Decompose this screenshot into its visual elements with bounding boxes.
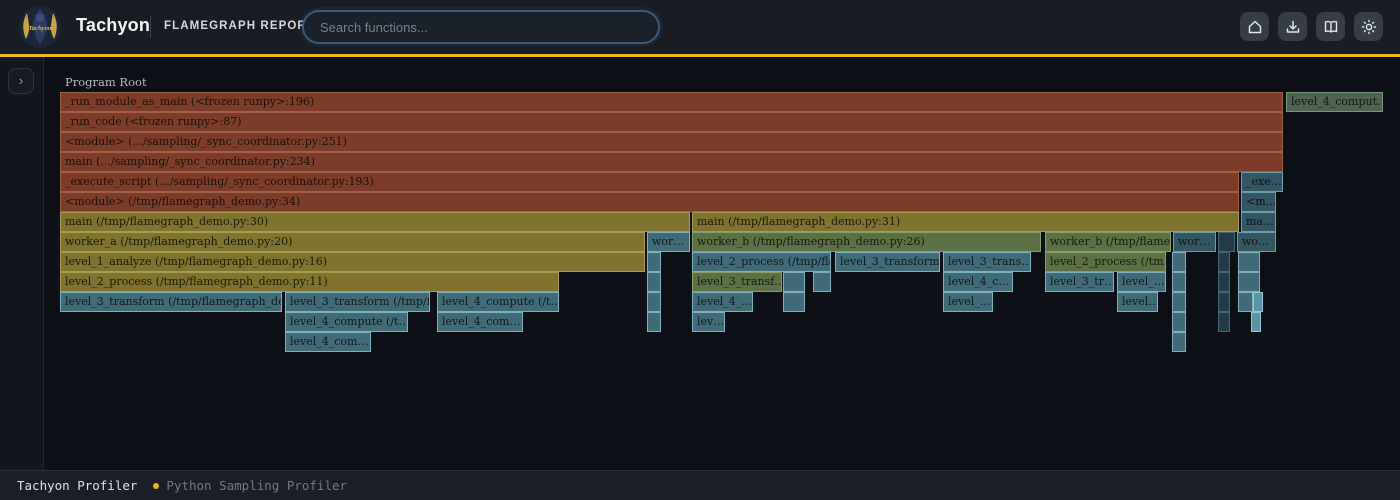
flame-bar[interactable]: level_4_c… bbox=[943, 272, 1013, 292]
flame-bar-narrow[interactable] bbox=[783, 292, 805, 312]
flame-bar-narrow[interactable] bbox=[1253, 292, 1263, 312]
flame-bar-narrow[interactable] bbox=[1172, 292, 1186, 312]
flame-bar[interactable]: main (/tmp/flamegraph_demo.py:31) bbox=[692, 212, 1239, 232]
flame-bar[interactable]: worker_b (/tmp/flamegraph_demo.py:26) bbox=[692, 232, 1041, 252]
status-bar: Tachyon Profiler Python Sampling Profile… bbox=[0, 470, 1400, 500]
flame-bar[interactable]: wo… bbox=[1237, 232, 1276, 252]
status-profiler-type: Python Sampling Profiler bbox=[166, 478, 347, 493]
flame-bar[interactable]: level_4_compute (/t… bbox=[285, 312, 408, 332]
content-area: Program Root _run_module_as_main (<froze… bbox=[0, 57, 1400, 470]
flame-bar[interactable]: lev… bbox=[692, 312, 725, 332]
home-button[interactable] bbox=[1240, 12, 1269, 41]
download-icon bbox=[1285, 19, 1301, 35]
app-window: Tachyon Tachyon FLAMEGRAPH REPORT bbox=[0, 0, 1400, 500]
app-title: Tachyon bbox=[76, 15, 150, 36]
docs-button[interactable] bbox=[1316, 12, 1345, 41]
flame-bar[interactable]: level_3_tr… bbox=[1045, 272, 1114, 292]
flame-bar-narrow[interactable] bbox=[1251, 312, 1261, 332]
sidebar-toggle-button[interactable]: › bbox=[8, 68, 34, 94]
download-button[interactable] bbox=[1278, 12, 1307, 41]
flame-bar-narrow[interactable] bbox=[1218, 272, 1230, 292]
flame-bar[interactable]: level_3_transform (/tmp/flamegraph_dem… bbox=[60, 292, 282, 312]
flame-bar-narrow[interactable] bbox=[1172, 272, 1186, 292]
flame-bar[interactable]: level_3_transform… bbox=[835, 252, 940, 272]
app-header: Tachyon Tachyon FLAMEGRAPH REPORT bbox=[0, 0, 1400, 54]
flame-bar[interactable]: level_3_transf… bbox=[692, 272, 782, 292]
flame-bar[interactable]: _exe… bbox=[1241, 172, 1283, 192]
flame-bar[interactable]: main (/tmp/flamegraph_demo.py:30) bbox=[60, 212, 690, 232]
flame-bar[interactable]: worker_b (/tmp/flame… bbox=[1045, 232, 1171, 252]
flame-bar-narrow[interactable] bbox=[1218, 292, 1230, 312]
flame-bar[interactable]: level_4_com… bbox=[285, 332, 371, 352]
flame-bar[interactable]: _run_code (<frozen runpy>:87) bbox=[60, 112, 1283, 132]
flame-bar[interactable]: _run_module_as_main (<frozen runpy>:196) bbox=[60, 92, 1283, 112]
flame-bar-narrow[interactable] bbox=[1218, 252, 1230, 272]
flame-bar-narrow[interactable] bbox=[1218, 312, 1230, 332]
sun-icon bbox=[1361, 19, 1377, 35]
flame-bar-narrow[interactable] bbox=[647, 292, 661, 312]
flame-bar-narrow[interactable] bbox=[783, 272, 805, 292]
flame-bar[interactable]: level_4_compute (/t… bbox=[437, 292, 559, 312]
flamegraph: Program Root _run_module_as_main (<froze… bbox=[0, 57, 1400, 470]
flame-bar[interactable]: level_3_transform (/tmp/fl… bbox=[285, 292, 430, 312]
flame-bar[interactable]: level_3_trans… bbox=[943, 252, 1031, 272]
report-type-label: FLAMEGRAPH REPORT bbox=[164, 20, 315, 32]
flame-bar[interactable]: <m… bbox=[1241, 192, 1276, 212]
home-icon bbox=[1247, 19, 1263, 35]
flame-bar[interactable]: level_… bbox=[943, 292, 993, 312]
sidebar: › bbox=[0, 57, 44, 470]
program-root-frame[interactable]: Program Root bbox=[60, 72, 152, 92]
flame-bar[interactable]: level_4_… bbox=[692, 292, 753, 312]
flame-bar[interactable]: level_… bbox=[1117, 272, 1166, 292]
header-divider bbox=[150, 16, 151, 38]
flame-bar-narrow[interactable] bbox=[647, 312, 661, 332]
flame-bar[interactable]: level… bbox=[1117, 292, 1158, 312]
flame-bar[interactable]: level_4_com… bbox=[437, 312, 523, 332]
flame-bar-narrow[interactable] bbox=[647, 252, 661, 272]
flame-bar-narrow[interactable] bbox=[1218, 232, 1235, 252]
status-dot-icon bbox=[153, 483, 159, 489]
flame-bar-narrow[interactable] bbox=[1238, 292, 1253, 312]
flame-bar[interactable]: level_1_analyze (/tmp/flamegraph_demo.py… bbox=[60, 252, 645, 272]
flame-bar[interactable]: level_2_process (/tmp/flamegraph_demo.py… bbox=[60, 272, 559, 292]
flame-bar-narrow[interactable] bbox=[1238, 252, 1260, 272]
flame-bar-narrow[interactable] bbox=[647, 272, 661, 292]
status-app-name: Tachyon Profiler bbox=[17, 478, 137, 493]
app-logo: Tachyon bbox=[18, 5, 62, 49]
flame-bar[interactable]: ma… bbox=[1241, 212, 1276, 232]
book-icon bbox=[1323, 19, 1339, 35]
flame-bar-narrow[interactable] bbox=[1238, 272, 1260, 292]
svg-text:Tachyon: Tachyon bbox=[29, 25, 52, 32]
theme-button[interactable] bbox=[1354, 12, 1383, 41]
flame-bar[interactable]: main (.../sampling/_sync_coordinator.py:… bbox=[60, 152, 1283, 172]
search-input[interactable] bbox=[302, 10, 660, 44]
flame-bar-narrow[interactable] bbox=[813, 272, 831, 292]
flame-bar[interactable]: level_2_process (/tm… bbox=[1045, 252, 1166, 272]
flame-bar[interactable]: _execute_script (.../sampling/_sync_coor… bbox=[60, 172, 1239, 192]
flame-bar-narrow[interactable] bbox=[1172, 332, 1186, 352]
flame-bar[interactable]: wor… bbox=[647, 232, 690, 252]
flame-bar[interactable]: worker_a (/tmp/flamegraph_demo.py:20) bbox=[60, 232, 645, 252]
tachyon-logo-icon: Tachyon bbox=[18, 5, 62, 49]
flame-bar-narrow[interactable] bbox=[1172, 252, 1186, 272]
flame-bar[interactable]: level_4_comput… bbox=[1286, 92, 1383, 112]
flame-bar-narrow[interactable] bbox=[1172, 312, 1186, 332]
flame-bar[interactable]: <module> (/tmp/flamegraph_demo.py:34) bbox=[60, 192, 1239, 212]
flame-bar[interactable]: <module> (.../sampling/_sync_coordinator… bbox=[60, 132, 1283, 152]
flame-bar[interactable]: wor… bbox=[1173, 232, 1216, 252]
flame-bar[interactable]: level_2_process (/tmp/fla… bbox=[692, 252, 831, 272]
